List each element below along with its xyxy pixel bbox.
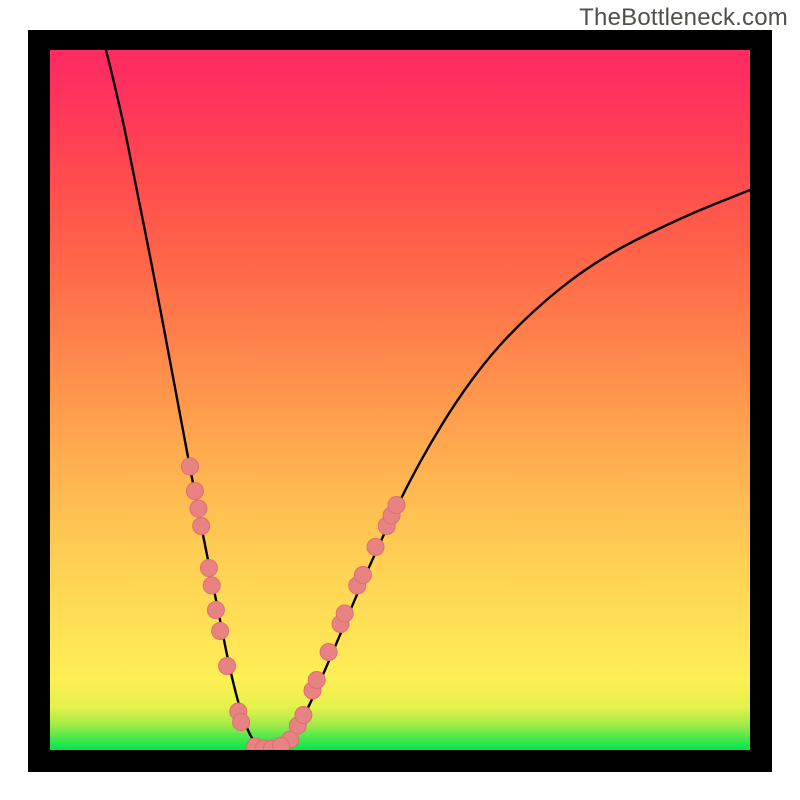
data-marker bbox=[388, 497, 405, 514]
data-marker bbox=[203, 577, 220, 594]
data-marker bbox=[207, 602, 224, 619]
data-marker bbox=[190, 500, 207, 517]
data-marker bbox=[200, 560, 217, 577]
data-marker bbox=[354, 567, 371, 584]
data-marker bbox=[219, 658, 236, 675]
markers-bottom bbox=[247, 737, 290, 750]
bottleneck-curve bbox=[106, 50, 750, 750]
markers-right bbox=[282, 497, 405, 749]
data-marker bbox=[336, 605, 353, 622]
data-marker bbox=[308, 672, 325, 689]
watermark-text: TheBottleneck.com bbox=[579, 4, 788, 32]
data-marker bbox=[186, 483, 203, 500]
chart-container: TheBottleneck.com bbox=[0, 0, 800, 800]
plot-area bbox=[50, 50, 750, 750]
data-marker bbox=[367, 539, 384, 556]
data-marker bbox=[233, 714, 250, 731]
data-marker bbox=[193, 518, 210, 535]
data-marker bbox=[182, 458, 199, 475]
curve-layer bbox=[50, 50, 750, 750]
data-marker bbox=[212, 623, 229, 640]
data-marker bbox=[295, 707, 312, 724]
data-marker bbox=[273, 737, 290, 750]
data-marker bbox=[320, 644, 337, 661]
